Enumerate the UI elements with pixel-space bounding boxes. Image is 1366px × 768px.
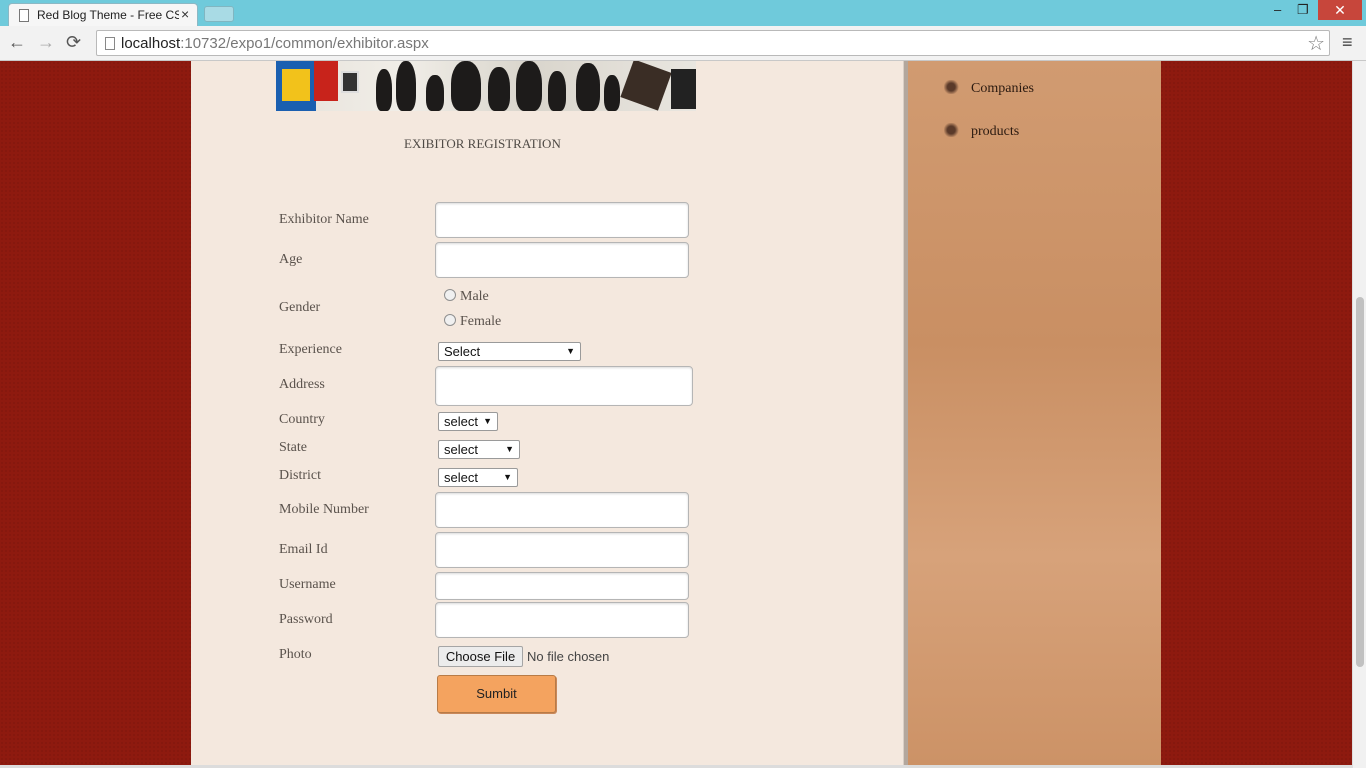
banner-visitor: [396, 61, 416, 111]
chevron-down-icon: ▼: [566, 346, 575, 356]
url-text: localhost:10732/expo1/common/exhibitor.a…: [121, 35, 429, 52]
bookmark-star-icon[interactable]: ☆: [1307, 31, 1325, 56]
chevron-down-icon: ▼: [505, 444, 514, 454]
sidebar-item-label: Companies: [971, 81, 1034, 96]
banner-art-red: [314, 61, 338, 101]
country-label: Country: [279, 412, 325, 427]
state-label: State: [279, 440, 307, 455]
gender-option-male[interactable]: Male: [444, 289, 489, 305]
file-status-text: No file chosen: [527, 649, 610, 664]
exhibitor-name-label: Exhibitor Name: [279, 212, 369, 227]
browser-toolbar: ← → ⟳ localhost:10732/expo1/common/exhib…: [0, 26, 1366, 61]
banner-visitor: [604, 75, 620, 111]
address-bar[interactable]: localhost:10732/expo1/common/exhibitor.a…: [96, 30, 1330, 56]
back-icon[interactable]: ←: [8, 32, 26, 53]
main-content: EXIBITOR REGISTRATION Exhibitor Name Age…: [191, 61, 903, 768]
sidebar-item-companies[interactable]: Companies: [944, 80, 1034, 97]
banner-visitor: [576, 63, 600, 111]
page-scrollbar[interactable]: [1352, 61, 1366, 768]
minimize-icon[interactable]: ‒: [1274, 2, 1281, 17]
tab-close-icon[interactable]: ×: [181, 6, 189, 22]
female-radio[interactable]: [444, 314, 456, 326]
menu-icon[interactable]: ≡: [1342, 32, 1353, 53]
banner-art-frame: [341, 71, 359, 93]
page-background: EXIBITOR REGISTRATION Exhibitor Name Age…: [0, 61, 1352, 768]
gender-option-female[interactable]: Female: [444, 314, 501, 330]
country-selected-value: select: [444, 414, 478, 429]
female-radio-label: Female: [460, 314, 502, 329]
district-select[interactable]: select ▼: [438, 468, 518, 487]
banner-visitor: [451, 61, 481, 111]
document-icon: [105, 37, 115, 50]
restore-icon[interactable]: ❐: [1297, 2, 1309, 18]
banner-visitor: [376, 69, 392, 111]
mobile-number-label: Mobile Number: [279, 502, 369, 517]
username-input[interactable]: [435, 572, 689, 600]
address-label: Address: [279, 377, 325, 392]
reload-icon[interactable]: ⟳: [66, 32, 81, 53]
forward-icon[interactable]: →: [37, 32, 55, 53]
username-label: Username: [279, 577, 336, 592]
country-select[interactable]: select ▼: [438, 412, 498, 431]
experience-selected-value: Select: [444, 344, 481, 359]
new-tab-button[interactable]: [204, 6, 234, 22]
email-label: Email Id: [279, 542, 328, 557]
address-textarea[interactable]: [435, 366, 693, 406]
state-selected-value: select: [444, 442, 478, 457]
handshake-icon: [944, 123, 962, 137]
district-label: District: [279, 468, 321, 483]
browser-tab[interactable]: Red Blog Theme - Free CS ×: [8, 3, 198, 26]
photo-label: Photo: [279, 647, 312, 662]
banner-art-painting: [620, 61, 672, 111]
male-radio-label: Male: [460, 289, 489, 304]
tab-title: Red Blog Theme - Free CS: [37, 8, 179, 22]
submit-button[interactable]: Sumbit: [437, 675, 556, 713]
banner-art-dark: [671, 69, 696, 109]
banner-visitor: [488, 67, 510, 111]
state-select[interactable]: select ▼: [438, 440, 520, 459]
scrollbar-thumb[interactable]: [1356, 297, 1364, 667]
chevron-down-icon: ▼: [483, 416, 492, 426]
page-icon: [19, 9, 29, 22]
email-input[interactable]: [435, 532, 689, 568]
district-selected-value: select: [444, 470, 478, 485]
exhibitor-name-input[interactable]: [435, 202, 689, 238]
exhibition-banner-image: [276, 61, 696, 111]
sidebar: Companies products: [908, 61, 1161, 768]
password-input[interactable]: [435, 602, 689, 638]
age-label: Age: [279, 252, 303, 267]
window-close-icon[interactable]: ✕: [1318, 0, 1362, 20]
banner-art-yellow: [282, 69, 310, 101]
age-input[interactable]: [435, 242, 689, 278]
banner-visitor: [426, 75, 444, 111]
browser-titlebar: Red Blog Theme - Free CS × ‒ ❐ ✕: [0, 0, 1366, 26]
banner-visitor: [548, 71, 566, 111]
mobile-number-input[interactable]: [435, 492, 689, 528]
experience-label: Experience: [279, 342, 342, 357]
choose-file-button[interactable]: Choose File: [438, 646, 523, 667]
sidebar-item-label: products: [971, 124, 1020, 139]
form-title: EXIBITOR REGISTRATION: [404, 136, 561, 151]
gender-label: Gender: [279, 300, 321, 315]
chevron-down-icon: ▼: [503, 472, 512, 482]
male-radio[interactable]: [444, 289, 456, 301]
handshake-icon: [944, 80, 962, 94]
banner-visitor: [516, 61, 542, 111]
password-label: Password: [279, 612, 333, 627]
sidebar-item-products[interactable]: products: [944, 123, 1019, 140]
experience-select[interactable]: Select ▼: [438, 342, 581, 361]
